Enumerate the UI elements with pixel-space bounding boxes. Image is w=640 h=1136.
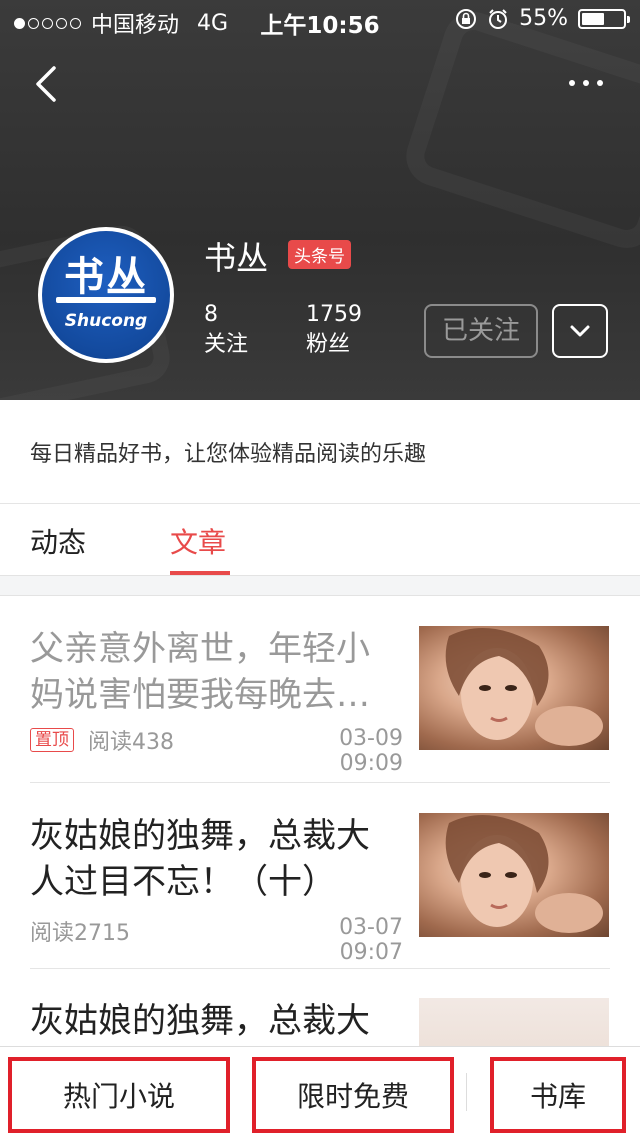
- article-title: 灰姑娘的独舞，总裁大人过目不忘！（十）: [30, 816, 370, 902]
- bottom-menu-bar: 热门小说 限时免费 书库: [0, 1046, 640, 1136]
- account-badge: 头条号: [288, 240, 351, 269]
- header-decoration: [398, 4, 640, 256]
- alarm-icon: [489, 8, 508, 29]
- following-count: 8: [204, 302, 218, 327]
- divider: [30, 968, 610, 969]
- article-thumbnail: [419, 813, 609, 937]
- avatar[interactable]: 书丛 Shucong: [38, 227, 174, 363]
- battery-icon: [578, 8, 630, 29]
- divider: [30, 782, 610, 783]
- book-icon: [56, 297, 156, 303]
- tab-updates[interactable]: 动态: [30, 521, 86, 561]
- divider: [466, 1073, 467, 1111]
- article-item[interactable]: 灰姑娘的独舞，总裁大人过目不忘！（十） 阅读2715 03-07 09:07: [30, 813, 610, 965]
- article-title: 父亲意外离世，年轻小妈说害怕要我每晚去…: [30, 629, 370, 715]
- avatar-logo-text: Shucong: [64, 311, 148, 331]
- battery-percent: 55%: [519, 6, 568, 31]
- tab-articles[interactable]: 文章: [170, 521, 226, 561]
- followers-stat[interactable]: 1759 粉丝: [306, 300, 362, 360]
- avatar-logo: 书丛: [64, 254, 148, 300]
- menu-limited-free[interactable]: 限时免费: [252, 1057, 454, 1133]
- tab-bar: 动态 文章: [0, 503, 640, 575]
- recommend-dropdown-button[interactable]: [552, 304, 608, 358]
- article-item[interactable]: 父亲意外离世，年轻小妈说害怕要我每晚去… 置顶 阅读438 03-09 09:0…: [30, 626, 610, 776]
- article-read-count: 阅读438: [88, 730, 174, 755]
- status-bar: 中国移动 4G 上午10:56 55%: [0, 0, 640, 40]
- profile-name: 书丛: [204, 239, 269, 277]
- section-gap: [0, 575, 640, 596]
- chevron-down-icon: [570, 325, 590, 337]
- followed-button[interactable]: 已关注: [424, 304, 538, 358]
- more-options-icon[interactable]: [562, 68, 610, 98]
- following-stat[interactable]: 8 关注: [204, 300, 248, 360]
- pinned-badge: 置顶: [30, 728, 74, 752]
- orientation-lock-icon: [456, 8, 477, 29]
- article-read-count: 阅读2715: [30, 921, 130, 946]
- back-icon[interactable]: [28, 62, 68, 106]
- article-item[interactable]: 灰姑娘的独舞，总裁大: [30, 998, 610, 1046]
- followers-count: 1759: [306, 302, 362, 327]
- menu-library[interactable]: 书库: [490, 1057, 626, 1133]
- article-date: 03-09 09:09: [339, 726, 403, 776]
- profile-bio: 每日精品好书，让您体验精品阅读的乐趣: [30, 442, 427, 467]
- profile-header: 中国移动 4G 上午10:56 55% 书丛 Shucong 书丛 头条号 8 …: [0, 0, 640, 400]
- article-thumbnail: [419, 998, 609, 1046]
- menu-hot-novels[interactable]: 热门小说: [8, 1057, 230, 1133]
- following-label: 关注: [204, 332, 249, 357]
- article-thumbnail: [419, 626, 609, 750]
- article-date: 03-07 09:07: [339, 915, 403, 965]
- article-title: 灰姑娘的独舞，总裁大: [30, 1001, 370, 1041]
- followers-label: 粉丝: [306, 332, 351, 357]
